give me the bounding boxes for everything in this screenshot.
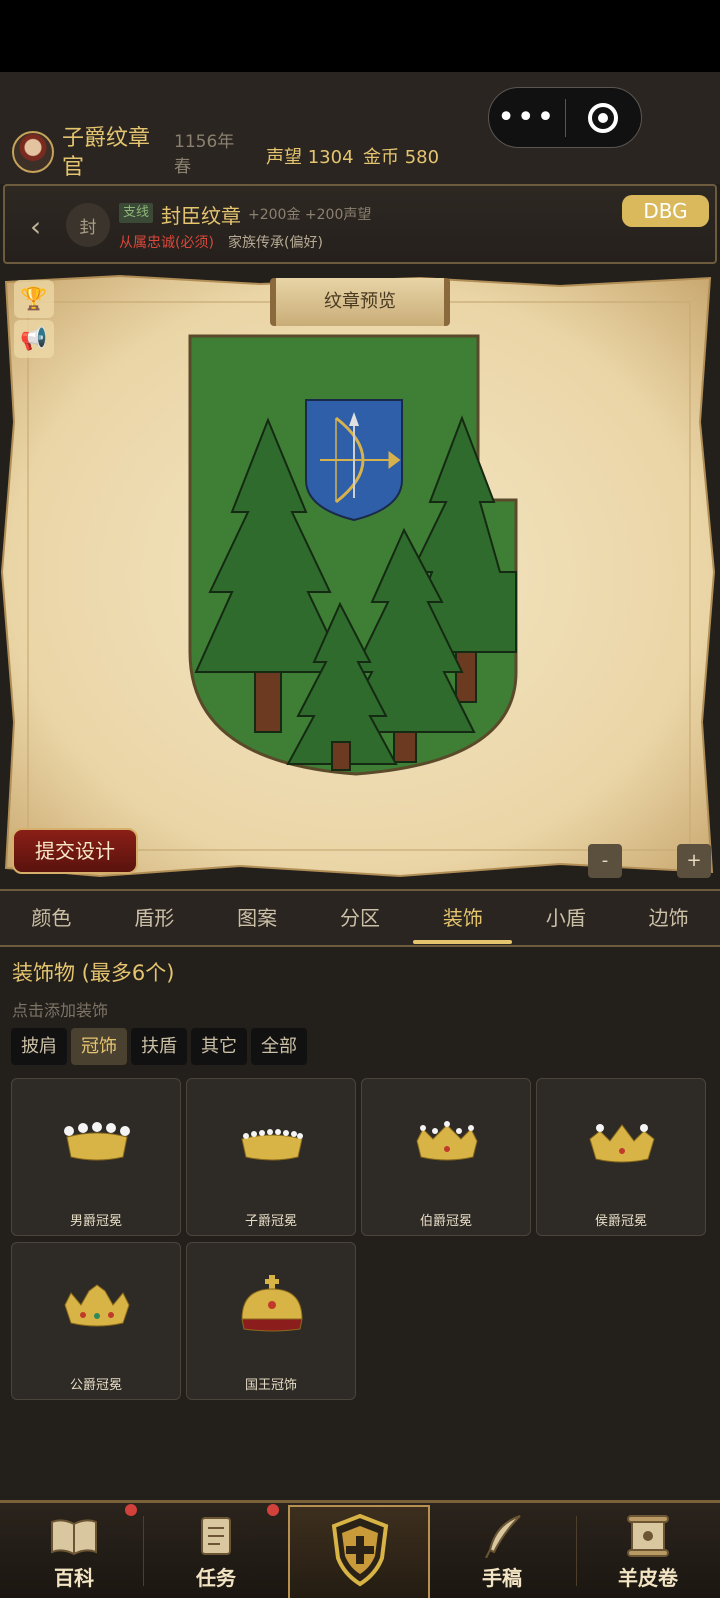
editor-tabs: 颜色 盾形 图案 分区 装饰 小盾 边饰 <box>0 889 720 947</box>
quest-reward: +200金 +200声望 <box>248 207 372 223</box>
tab-border[interactable]: 边饰 <box>617 891 720 945</box>
tab-small-shield[interactable]: 小盾 <box>514 891 617 945</box>
decoration-label: 子爵冠冕 <box>244 1214 297 1229</box>
quest-type-tag: 支线 <box>119 203 154 223</box>
tab-division[interactable]: 分区 <box>309 891 412 945</box>
decoration-card[interactable]: 伯爵冠冕 <box>361 1078 531 1236</box>
chevron-left-icon[interactable]: ‹ <box>30 210 41 243</box>
decoration-label: 公爵冠冕 <box>69 1378 122 1393</box>
notification-dot <box>125 1504 137 1516</box>
avatar[interactable] <box>12 131 54 173</box>
book-icon <box>51 1519 97 1556</box>
debug-button[interactable]: DBG <box>622 195 709 227</box>
duke-coronet-icon <box>64 1284 130 1327</box>
decoration-grid: 男爵冠冕 子爵冠冕 伯爵冠冕 侯爵冠冕 公爵冠冕 国王冠饰 <box>11 1078 710 1400</box>
nav-heraldry[interactable] <box>290 1510 430 1594</box>
viscount-coronet-icon <box>241 1129 303 1161</box>
decoration-card[interactable]: 国王冠饰 <box>186 1242 356 1400</box>
quest-badge: 封 <box>66 203 110 247</box>
miniprogram-capsule: ••• <box>488 87 642 148</box>
nav-parchment[interactable]: 羊皮卷 <box>578 1510 718 1594</box>
coat-of-arms <box>188 334 518 776</box>
decoration-card[interactable]: 子爵冠冕 <box>186 1078 356 1236</box>
decoration-label: 伯爵冠冕 <box>419 1214 472 1229</box>
section-hint: 点击添加装饰 <box>12 1001 109 1020</box>
section-title: 装饰物 (最多6个) <box>12 961 175 985</box>
marquess-coronet-icon <box>589 1124 655 1163</box>
target-icon[interactable] <box>566 102 642 133</box>
player-title: 子爵纹章官 <box>62 126 151 180</box>
decoration-card[interactable]: 公爵冠冕 <box>11 1242 181 1400</box>
filter-other[interactable]: 其它 <box>191 1028 247 1065</box>
filter-crown[interactable]: 冠饰 <box>71 1028 127 1065</box>
filter-bar: 披肩 冠饰 扶盾 其它 全部 <box>11 1028 307 1065</box>
decoration-label: 男爵冠冕 <box>69 1214 122 1229</box>
shield-crest-icon <box>331 1513 389 1587</box>
notification-dot <box>267 1504 279 1516</box>
tab-color[interactable]: 颜色 <box>0 891 103 945</box>
tab-ornaments[interactable]: 装饰 <box>411 891 514 945</box>
nav-tasks[interactable]: 任务 <box>146 1510 286 1594</box>
zoom-out-button[interactable]: - <box>588 844 622 878</box>
decoration-label: 国王冠饰 <box>244 1378 297 1393</box>
nav-label: 任务 <box>196 1566 236 1590</box>
quest-preference: 家族传承(偏好) <box>228 235 323 251</box>
status-bar <box>0 0 720 72</box>
nav-label: 羊皮卷 <box>618 1566 678 1590</box>
baron-coronet-icon <box>64 1122 130 1161</box>
earl-coronet-icon <box>416 1121 478 1161</box>
trophy-icon[interactable]: 🏆 <box>14 280 54 318</box>
task-scroll-icon <box>201 1517 231 1555</box>
submit-design-button[interactable]: 提交设计 <box>12 828 138 874</box>
more-dots-icon[interactable]: ••• <box>489 102 565 132</box>
king-crown-icon <box>241 1275 303 1332</box>
nav-encyclopedia[interactable]: 百科 <box>4 1510 144 1594</box>
tab-charge[interactable]: 图案 <box>206 891 309 945</box>
quest-name: 封臣纹章 <box>161 204 241 228</box>
filter-supporter[interactable]: 扶盾 <box>131 1028 187 1065</box>
megaphone-icon[interactable]: 📢 <box>14 320 54 358</box>
filter-mantle[interactable]: 披肩 <box>11 1028 67 1065</box>
quill-icon <box>485 1515 521 1558</box>
parchment-scroll-icon <box>627 1515 669 1557</box>
decoration-card[interactable]: 侯爵冠冕 <box>536 1078 706 1236</box>
game-date: 1156年春 <box>174 132 235 177</box>
gold-stat: 金币 580 <box>363 147 440 168</box>
filter-all[interactable]: 全部 <box>251 1028 307 1065</box>
nav-manuscript[interactable]: 手稿 <box>432 1510 572 1594</box>
reputation-stat: 声望 1304 <box>266 147 354 168</box>
decoration-card[interactable]: 男爵冠冕 <box>11 1078 181 1236</box>
zoom-in-button[interactable]: + <box>677 844 711 878</box>
tab-shield-shape[interactable]: 盾形 <box>103 891 206 945</box>
preview-title: 纹章预览 <box>270 278 450 326</box>
nav-label: 百科 <box>54 1566 94 1590</box>
decoration-label: 侯爵冠冕 <box>594 1214 647 1229</box>
quest-bar <box>3 184 717 264</box>
quest-requirement: 从属忠诚(必须) <box>119 235 214 251</box>
nav-label: 手稿 <box>482 1566 522 1590</box>
heraldry-preview <box>0 274 716 878</box>
